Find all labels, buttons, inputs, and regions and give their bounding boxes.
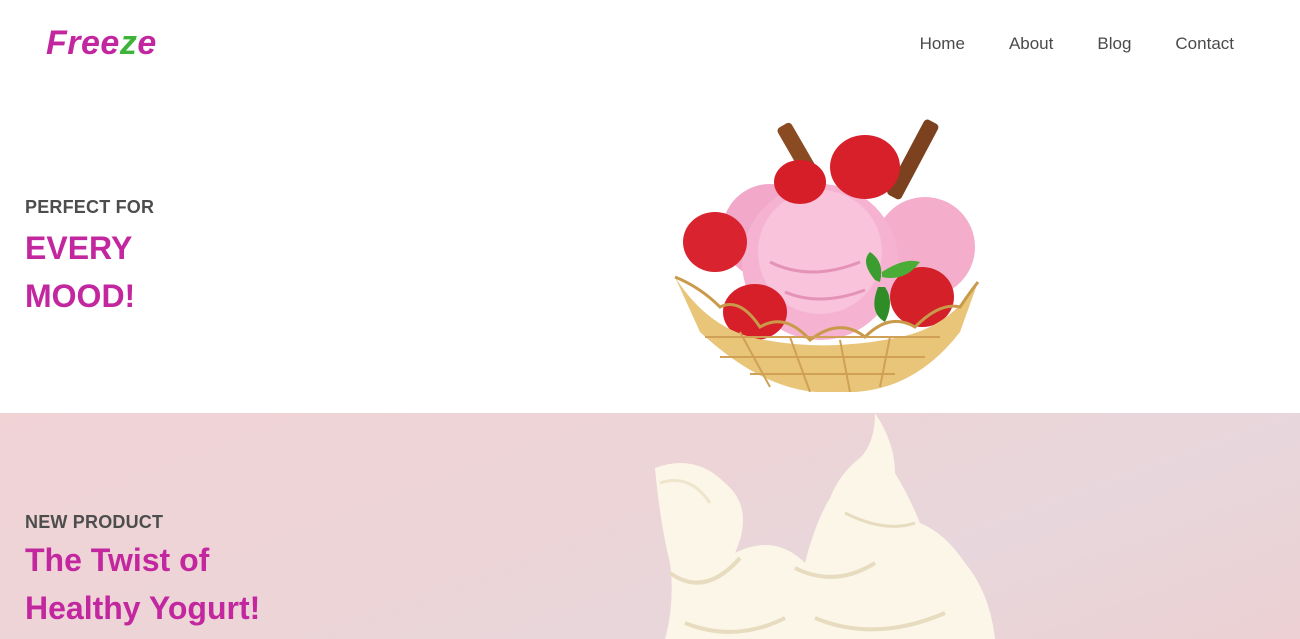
strawberry-ice-cream-image [674, 119, 980, 392]
slide2-headline: The Twist of Healthy Yogurt! [25, 536, 260, 632]
slide1-headline-line1: EVERY [25, 230, 133, 266]
brand-logo[interactable]: Freeze [46, 24, 157, 63]
hero-slide-1: PERFECT FOR EVERY MOOD! [0, 90, 1300, 413]
nav-blog[interactable]: Blog [1097, 34, 1131, 54]
hero-slide-2: NEW PRODUCT The Twist of Healthy Yogurt! [0, 413, 1300, 639]
main-nav: Home About Blog Contact [876, 34, 1234, 54]
logo-text-part3: e [137, 24, 157, 62]
frozen-yogurt-image [655, 413, 995, 639]
nav-about[interactable]: About [1009, 34, 1053, 54]
nav-contact[interactable]: Contact [1175, 34, 1234, 54]
slide1-headline: EVERY MOOD! [25, 224, 135, 320]
slide1-kicker: PERFECT FOR [25, 197, 155, 217]
slide2-headline-line1: The Twist of [25, 542, 210, 578]
slide2-headline-line2: Healthy Yogurt! [25, 590, 261, 626]
nav-home[interactable]: Home [920, 34, 965, 54]
logo-text-part2: z [119, 24, 138, 62]
site-header: Freeze Home About Blog Contact [0, 0, 1300, 90]
slide1-headline-line2: MOOD! [25, 278, 136, 314]
logo-text-part1: Free [46, 24, 120, 62]
slide2-kicker: NEW PRODUCT [25, 512, 164, 532]
